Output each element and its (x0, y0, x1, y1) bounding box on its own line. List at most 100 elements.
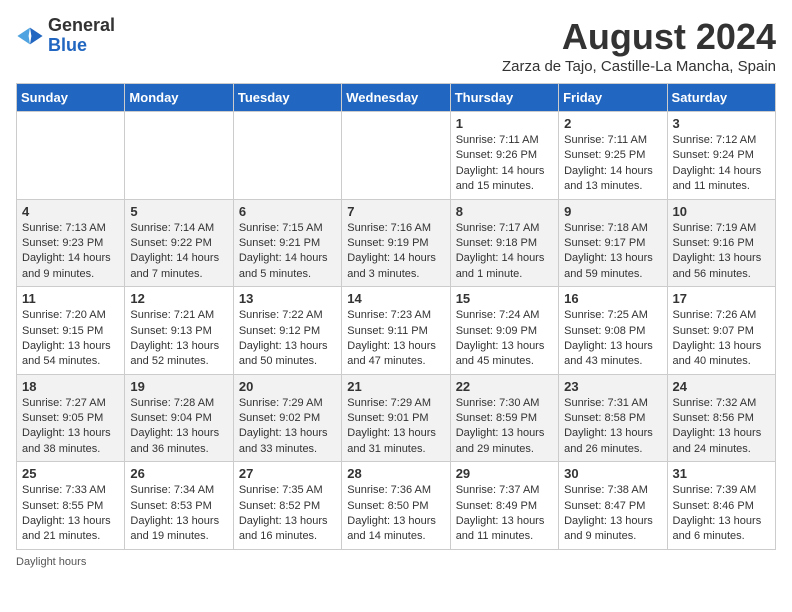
calendar-cell: 18 Sunrise: 7:27 AMSunset: 9:05 PMDayligh… (17, 374, 125, 462)
calendar-cell (17, 112, 125, 200)
page-header: General Blue August 2024 Zarza de Tajo, … (16, 16, 776, 75)
day-info-line: Sunset: 9:11 PM (347, 324, 444, 339)
day-number: 31 (673, 466, 770, 481)
calendar-cell: 3Sunrise: 7:12 AMSunset: 9:24 PMDaylight… (667, 112, 775, 200)
day-info-line: Sunrise: 7:21 AM (130, 308, 227, 323)
day-number: 30 (564, 466, 661, 481)
day-info-line: Sunset: 8:49 PM (456, 499, 553, 514)
day-number: 25 (22, 466, 119, 481)
day-info: Sunrise: 7:16 AMSunset: 9:19 PMDaylight:… (347, 221, 444, 283)
day-info-line: Daylight: 13 hours and 6 minutes. (673, 514, 770, 545)
day-info: Sunrise: 7:22 AMSunset: 9:12 PMDaylight:… (239, 308, 336, 370)
calendar-cell: 23Sunrise: 7:31 AMSunset: 8:58 PMDayligh… (559, 374, 667, 462)
day-info-line: Sunrise: 7:11 AM (456, 133, 553, 148)
day-number: 24 (673, 379, 770, 394)
day-info-line: Sunset: 9:22 PM (130, 236, 227, 251)
day-info: Sunrise: 7:34 AMSunset: 8:53 PMDaylight:… (130, 483, 227, 545)
day-info: Sunrise: 7:39 AMSunset: 8:46 PMDaylight:… (673, 483, 770, 545)
column-header-thursday: Thursday (450, 84, 558, 112)
day-info: Sunrise: 7:30 AMSunset: 8:59 PMDaylight:… (456, 396, 553, 458)
calendar-cell: 14Sunrise: 7:23 AMSunset: 9:11 PMDayligh… (342, 287, 450, 375)
day-info-line: Sunrise: 7:33 AM (22, 483, 119, 498)
day-number: 18 (22, 379, 119, 394)
day-number: 28 (347, 466, 444, 481)
calendar-cell: 12Sunrise: 7:21 AMSunset: 9:13 PMDayligh… (125, 287, 233, 375)
day-info-line: Sunset: 8:58 PM (564, 411, 661, 426)
day-info-line: Sunrise: 7:15 AM (239, 221, 336, 236)
day-info-line: Daylight: 13 hours and 11 minutes. (456, 514, 553, 545)
day-info: Sunrise: 7:25 AMSunset: 9:08 PMDaylight:… (564, 308, 661, 370)
day-number: 26 (130, 466, 227, 481)
day-number: 3 (673, 116, 770, 131)
day-info-line: Sunrise: 7:35 AM (239, 483, 336, 498)
day-info-line: Sunset: 8:56 PM (673, 411, 770, 426)
day-number: 1 (456, 116, 553, 131)
day-info: Sunrise: 7:19 AMSunset: 9:16 PMDaylight:… (673, 221, 770, 283)
day-info-line: Sunrise: 7:34 AM (130, 483, 227, 498)
day-number: 5 (130, 204, 227, 219)
day-info-line: Sunrise: 7:38 AM (564, 483, 661, 498)
day-number: 17 (673, 291, 770, 306)
column-header-wednesday: Wednesday (342, 84, 450, 112)
day-info: Sunrise: 7:27 AMSunset: 9:05 PMDaylight:… (22, 396, 119, 458)
day-info-line: Sunrise: 7:36 AM (347, 483, 444, 498)
day-info-line: Sunrise: 7:20 AM (22, 308, 119, 323)
day-info-line: Sunset: 9:26 PM (456, 148, 553, 163)
title-block: August 2024 Zarza de Tajo, Castille-La M… (502, 16, 776, 75)
footer: Daylight hours (16, 556, 776, 568)
day-info-line: Daylight: 14 hours and 9 minutes. (22, 251, 119, 282)
day-info-line: Daylight: 13 hours and 54 minutes. (22, 339, 119, 370)
calendar-table: SundayMondayTuesdayWednesdayThursdayFrid… (16, 83, 776, 550)
day-number: 16 (564, 291, 661, 306)
logo-bird-icon (16, 22, 44, 50)
day-number: 21 (347, 379, 444, 394)
day-info-line: Daylight: 13 hours and 24 minutes. (673, 426, 770, 457)
day-info-line: Daylight: 13 hours and 16 minutes. (239, 514, 336, 545)
day-info-line: Sunset: 9:09 PM (456, 324, 553, 339)
day-info-line: Sunset: 9:24 PM (673, 148, 770, 163)
day-info-line: Sunrise: 7:27 AM (22, 396, 119, 411)
day-info-line: Daylight: 13 hours and 19 minutes. (130, 514, 227, 545)
day-info-line: Daylight: 13 hours and 47 minutes. (347, 339, 444, 370)
day-number: 9 (564, 204, 661, 219)
day-info-line: Sunrise: 7:14 AM (130, 221, 227, 236)
day-info: Sunrise: 7:21 AMSunset: 9:13 PMDaylight:… (130, 308, 227, 370)
day-info-line: Daylight: 13 hours and 56 minutes. (673, 251, 770, 282)
logo: General Blue (16, 16, 115, 56)
calendar-cell: 10 Sunrise: 7:19 AMSunset: 9:16 PMDayligh… (667, 199, 775, 287)
day-number: 15 (456, 291, 553, 306)
day-info-line: Sunrise: 7:18 AM (564, 221, 661, 236)
calendar-cell: 4Sunrise: 7:13 AMSunset: 9:23 PMDaylight… (17, 199, 125, 287)
day-info: Sunrise: 7:38 AMSunset: 8:47 PMDaylight:… (564, 483, 661, 545)
calendar-cell: 17 Sunrise: 7:26 AMSunset: 9:07 PMDayligh… (667, 287, 775, 375)
calendar-cell: 6Sunrise: 7:15 AMSunset: 9:21 PMDaylight… (233, 199, 341, 287)
day-info-line: Sunset: 8:55 PM (22, 499, 119, 514)
day-info: Sunrise: 7:11 AMSunset: 9:26 PMDaylight:… (456, 133, 553, 195)
day-info-line: Sunset: 8:47 PM (564, 499, 661, 514)
day-info-line: Sunrise: 7:17 AM (456, 221, 553, 236)
calendar-cell: 31 Sunrise: 7:39 AMSunset: 8:46 PMDayligh… (667, 462, 775, 550)
day-info-line: Sunset: 8:50 PM (347, 499, 444, 514)
day-info: Sunrise: 7:35 AMSunset: 8:52 PMDaylight:… (239, 483, 336, 545)
calendar-cell (233, 112, 341, 200)
day-info-line: Daylight: 13 hours and 33 minutes. (239, 426, 336, 457)
day-info-line: Sunset: 9:08 PM (564, 324, 661, 339)
day-info-line: Sunrise: 7:28 AM (130, 396, 227, 411)
day-info-line: Sunset: 8:46 PM (673, 499, 770, 514)
day-number: 7 (347, 204, 444, 219)
column-header-friday: Friday (559, 84, 667, 112)
day-number: 10 (673, 204, 770, 219)
day-number: 14 (347, 291, 444, 306)
calendar-cell: 26 Sunrise: 7:34 AMSunset: 8:53 PMDayligh… (125, 462, 233, 550)
day-info-line: Daylight: 13 hours and 45 minutes. (456, 339, 553, 370)
day-info-line: Daylight: 14 hours and 15 minutes. (456, 164, 553, 195)
calendar-cell: 16 Sunrise: 7:25 AMSunset: 9:08 PMDayligh… (559, 287, 667, 375)
calendar-cell: 11Sunrise: 7:20 AMSunset: 9:15 PMDayligh… (17, 287, 125, 375)
day-info-line: Sunset: 9:15 PM (22, 324, 119, 339)
day-number: 6 (239, 204, 336, 219)
calendar-week-4: 18 Sunrise: 7:27 AMSunset: 9:05 PMDayligh… (17, 374, 776, 462)
day-info: Sunrise: 7:26 AMSunset: 9:07 PMDaylight:… (673, 308, 770, 370)
calendar-cell: 28Sunrise: 7:36 AMSunset: 8:50 PMDayligh… (342, 462, 450, 550)
day-info: Sunrise: 7:13 AMSunset: 9:23 PMDaylight:… (22, 221, 119, 283)
day-info-line: Sunset: 9:18 PM (456, 236, 553, 251)
